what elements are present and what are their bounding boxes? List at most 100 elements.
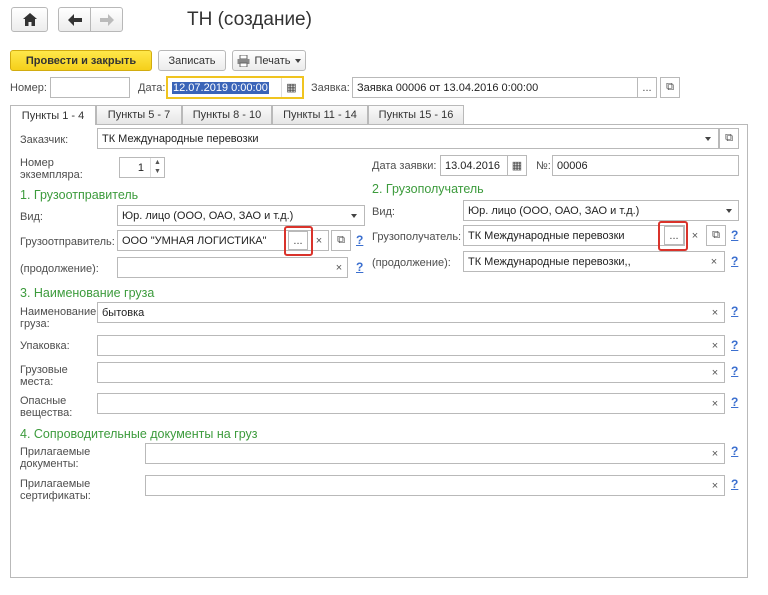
print-button[interactable]: Печать (232, 50, 306, 71)
attached-certs-field[interactable] (145, 475, 725, 496)
print-label: Печать (254, 54, 291, 67)
customer-label: Заказчик: (20, 134, 69, 146)
customer-field[interactable]: ТК Международные перевозки (97, 128, 719, 149)
cargo-name-label-2: груза: (20, 318, 50, 330)
copy-number-label: Номер (20, 157, 54, 169)
consignee-help-icon[interactable]: ? (731, 228, 738, 242)
consignee-kind-select[interactable]: Юр. лицо (ООО, ОАО, ЗАО и т.д.) (463, 200, 739, 221)
places-label-2: места: (20, 376, 54, 388)
open-icon: ⧉ (712, 229, 720, 241)
calendar-icon: ▦ (286, 82, 297, 94)
tab-points-11-14[interactable]: Пункты 11 - 14 (272, 105, 368, 124)
packaging-help-icon[interactable]: ? (731, 338, 738, 352)
clear-icon: × (711, 306, 719, 319)
shipper-name-label: Грузоотправитель: (20, 236, 115, 248)
dangerous-clear[interactable]: × (707, 394, 723, 413)
chevron-down-icon (726, 208, 732, 213)
consignee-name-field[interactable]: ТК Международные перевозки (463, 225, 685, 246)
dangerous-label: Опасные (20, 395, 67, 407)
attached-docs-label: Прилагаемые (20, 446, 91, 458)
open-icon: ⧉ (666, 81, 674, 93)
tab-points-1-4[interactable]: Пункты 1 - 4 (10, 105, 96, 125)
order-date-calendar-button[interactable]: ▦ (507, 155, 527, 176)
consignee-kind-label: Вид: (372, 206, 395, 218)
number-field[interactable] (50, 77, 130, 98)
attached-certs-label-2: сертификаты: (20, 490, 91, 502)
order-num-field[interactable]: 00006 (552, 155, 739, 176)
shipper-cont-help-icon[interactable]: ? (356, 260, 363, 274)
clear-icon: × (711, 366, 719, 379)
tab-points-8-10[interactable]: Пункты 8 - 10 (182, 105, 272, 124)
attached-docs-clear[interactable]: × (707, 444, 723, 463)
shipper-kind-select[interactable]: Юр. лицо (ООО, ОАО, ЗАО и т.д.) (117, 205, 365, 226)
places-help-icon[interactable]: ? (731, 364, 738, 378)
cargo-section-title: 3. Наименование груза (20, 286, 155, 300)
consignee-clear-button[interactable]: × (687, 226, 703, 245)
order-label: Заявка: (311, 82, 350, 94)
docs-section-title: 4. Сопроводительные документы на груз (20, 427, 258, 441)
cargo-name-help-icon[interactable]: ? (731, 304, 738, 318)
clear-icon: × (711, 479, 719, 492)
calendar-icon: ▦ (511, 160, 523, 172)
post-and-close-button[interactable]: Провести и закрыть (10, 50, 152, 71)
customer-open-button[interactable]: ⧉ (719, 128, 739, 149)
chevron-down-icon (705, 136, 711, 141)
date-value: 12.07.2019 0:00:00 (172, 81, 269, 94)
attached-docs-field[interactable] (145, 443, 725, 464)
page-title: ТН (создание) (187, 9, 312, 30)
attached-certs-clear[interactable]: × (707, 476, 723, 495)
chevron-down-icon (294, 58, 301, 63)
shipper-clear-button[interactable]: × (311, 231, 327, 250)
packaging-clear[interactable]: × (707, 336, 723, 355)
copy-number-stepper[interactable]: ▲ ▼ (150, 158, 164, 177)
dangerous-field[interactable] (97, 393, 725, 414)
consignee-cont-field[interactable]: ТК Международные перевозки,, (463, 251, 725, 272)
consignee-name-label: Грузополучатель: (372, 231, 462, 243)
clear-icon: × (335, 261, 343, 274)
attached-certs-help-icon[interactable]: ? (731, 477, 738, 491)
home-icon (22, 13, 37, 26)
clear-icon: × (711, 397, 719, 410)
calendar-button[interactable]: ▦ (281, 78, 301, 97)
clear-icon: × (691, 229, 699, 242)
attached-docs-help-icon[interactable]: ? (731, 444, 738, 458)
shipper-cont-clear[interactable]: × (331, 258, 347, 277)
packaging-field[interactable] (97, 335, 725, 356)
shipper-kind-dropdown[interactable] (346, 206, 362, 225)
tab-points-15-16[interactable]: Пункты 15 - 16 (368, 105, 464, 124)
places-clear[interactable]: × (707, 363, 723, 382)
consignee-kind-dropdown[interactable] (721, 201, 737, 220)
dots-icon: ... (642, 81, 652, 94)
forward-button[interactable] (90, 7, 123, 32)
shipper-open-button[interactable]: ⧉ (331, 230, 351, 251)
attached-docs-label-2: документы: (20, 458, 79, 470)
customer-dropdown-button[interactable] (700, 129, 716, 148)
shipper-section-title: 1. Грузоотправитель (20, 188, 139, 202)
packaging-label: Упаковка: (20, 340, 70, 352)
clear-icon: × (711, 339, 719, 352)
open-icon: ⧉ (725, 132, 733, 144)
clear-icon: × (710, 255, 718, 268)
home-button[interactable] (11, 7, 48, 32)
places-label: Грузовые (20, 364, 68, 376)
chevron-down-icon (351, 213, 357, 218)
places-field[interactable] (97, 362, 725, 383)
cargo-name-clear[interactable]: × (707, 303, 723, 322)
cargo-name-label: Наименование (20, 306, 97, 318)
consignee-open-button[interactable]: ⧉ (706, 225, 726, 246)
shipper-cont-label: (продолжение): (20, 263, 99, 275)
cargo-name-field[interactable]: бытовка (97, 302, 725, 323)
dangerous-help-icon[interactable]: ? (731, 395, 738, 409)
back-button[interactable] (58, 7, 91, 32)
consignee-section-title: 2. Грузополучатель (372, 182, 484, 196)
order-open-button[interactable]: ⧉ (660, 77, 680, 98)
tab-points-5-7[interactable]: Пункты 5 - 7 (96, 105, 182, 124)
shipper-help-icon[interactable]: ? (356, 233, 363, 247)
order-select-button[interactable]: ... (637, 77, 657, 98)
consignee-cont-help-icon[interactable]: ? (731, 254, 738, 268)
consignee-cont-clear[interactable]: × (706, 252, 722, 271)
save-button[interactable]: Записать (158, 50, 226, 71)
dangerous-label-2: вещества: (20, 407, 73, 419)
shipper-cont-field[interactable] (117, 257, 348, 278)
order-field[interactable]: Заявка 00006 от 13.04.2016 0:00:00 (352, 77, 638, 98)
